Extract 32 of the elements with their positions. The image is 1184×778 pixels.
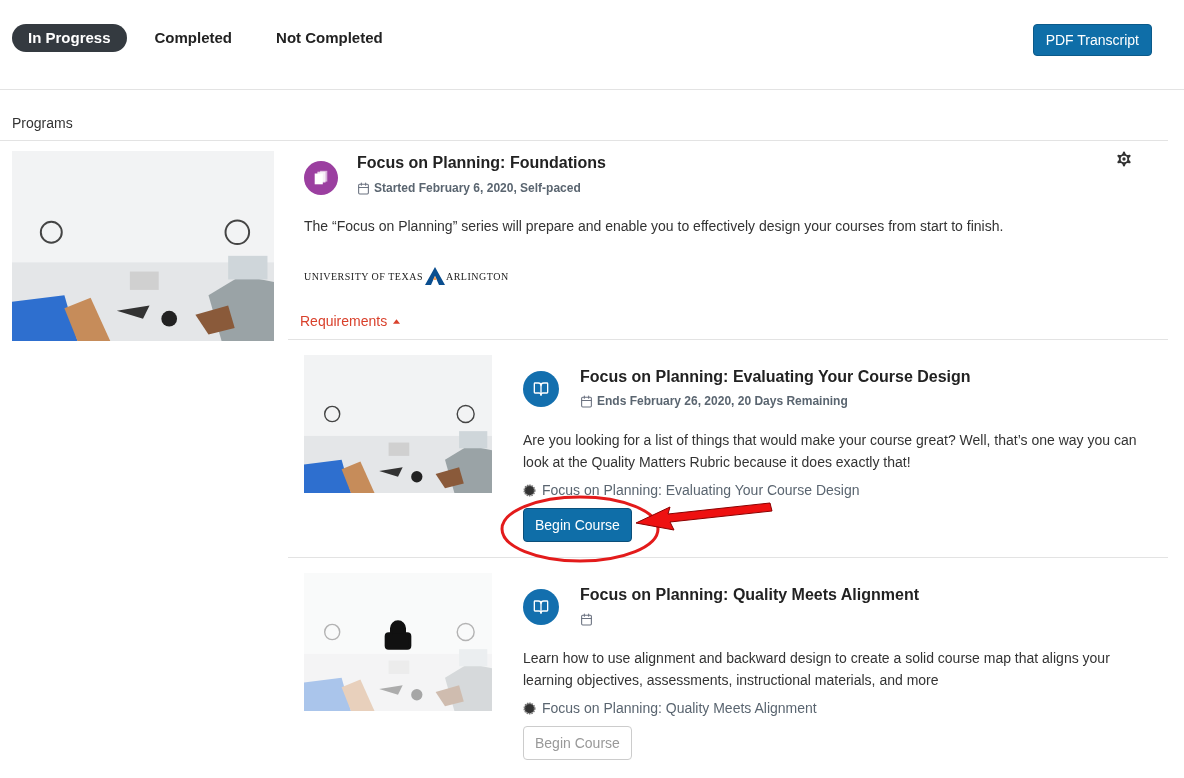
course-title[interactable]: Focus on Planning: Evaluating Your Course Design xyxy=(580,365,971,389)
course-link[interactable]: Focus on Planning: Evaluating Your Course Design xyxy=(542,480,860,501)
course-description: Learn how to use alignment and backward design to create a solid course map that aligns your learning objectives, assessments, instructional materials, and more xyxy=(523,649,1111,690)
course-date: Ends February 26, 2020, 20 Days Remaining xyxy=(597,393,848,410)
filter-tab[interactable]: Not Completed xyxy=(260,24,399,52)
pdf-transcript-button[interactable]: PDF Transcript xyxy=(1032,24,1152,56)
course-description: Are you looking for a list of things that would make your course great? Well, that’s one way you can look at the Quality Matters Rubric because it does exactly that! xyxy=(523,431,1138,472)
caret-icon xyxy=(393,319,401,324)
lock-icon xyxy=(382,619,414,651)
filter-tab[interactable]: Completed xyxy=(138,24,249,52)
settings-icon[interactable] xyxy=(1114,149,1134,169)
begin-course-button[interactable]: Begin Course xyxy=(523,508,632,542)
section-title: Programs xyxy=(12,115,73,131)
program-title[interactable]: Focus on Planning: Foundations xyxy=(357,151,606,175)
filter-tab[interactable]: In Progress xyxy=(12,24,127,52)
calendar-icon xyxy=(580,612,593,626)
badge-icon xyxy=(523,484,536,497)
badge-icon xyxy=(523,702,536,715)
course-icon xyxy=(523,589,559,625)
calendar-icon xyxy=(357,181,370,195)
requirements-toggle[interactable]: Requirements xyxy=(300,311,401,332)
program-description: The “Focus on Planning” series will prepare and enable you to effectively design your courses from start to finish. xyxy=(303,217,1005,236)
course-title[interactable]: Focus on Planning: Quality Meets Alignment xyxy=(580,583,919,607)
logo-text: UNIVERSITY OF TEXAS xyxy=(304,269,423,284)
logo-icon xyxy=(424,267,445,285)
program-date: Started February 6, 2020, Self-paced xyxy=(374,180,581,197)
program-icon xyxy=(304,161,338,195)
course-icon xyxy=(523,371,559,407)
course-link[interactable]: Focus on Planning: Quality Meets Alignment xyxy=(542,698,817,719)
logo-text: ARLINGTON xyxy=(445,269,509,284)
calendar-icon xyxy=(580,394,593,408)
begin-course-button: Begin Course xyxy=(523,726,632,760)
